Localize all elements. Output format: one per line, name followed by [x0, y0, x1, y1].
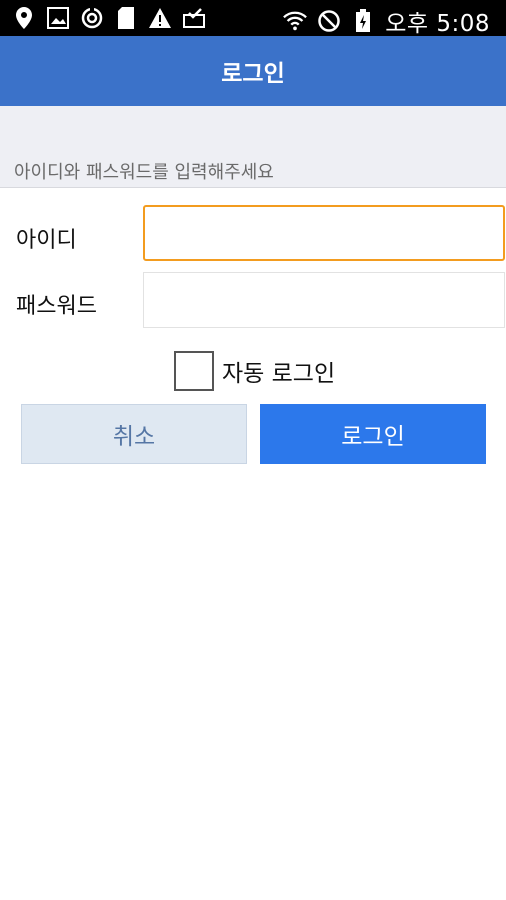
status-time: 오후 5:08 [385, 11, 490, 37]
no-sim-icon [317, 8, 341, 34]
wifi-icon [283, 8, 308, 34]
status-right: 오후 5:08 [283, 4, 490, 38]
app-bar: 로그인 [0, 36, 506, 106]
status-bar: 오후 5:08 [0, 0, 506, 38]
password-input[interactable] [143, 272, 505, 328]
page-title: 로그인 [221, 61, 285, 87]
battery-charging-icon [351, 8, 375, 34]
hint-text: 아이디와 패스워드를 입력해주세요 [14, 162, 274, 183]
password-label: 패스워드 [16, 294, 97, 319]
sd-card-icon [114, 5, 138, 31]
auto-login-checkbox[interactable] [174, 351, 214, 391]
warning-icon [148, 5, 172, 31]
auto-login-row[interactable]: 자동 로그인 [174, 351, 335, 391]
login-button[interactable]: 로그인 [260, 404, 486, 464]
cancel-button[interactable]: 취소 [21, 404, 247, 464]
sync-icon [80, 5, 104, 31]
location-pin-icon [12, 5, 36, 31]
mail-check-icon [182, 5, 206, 31]
status-left-icons [12, 5, 206, 31]
id-label: 아이디 [16, 228, 77, 253]
image-icon [46, 5, 70, 31]
hint-section: 아이디와 패스워드를 입력해주세요 [0, 106, 506, 188]
id-input[interactable] [143, 205, 505, 261]
auto-login-label[interactable]: 자동 로그인 [222, 354, 335, 388]
